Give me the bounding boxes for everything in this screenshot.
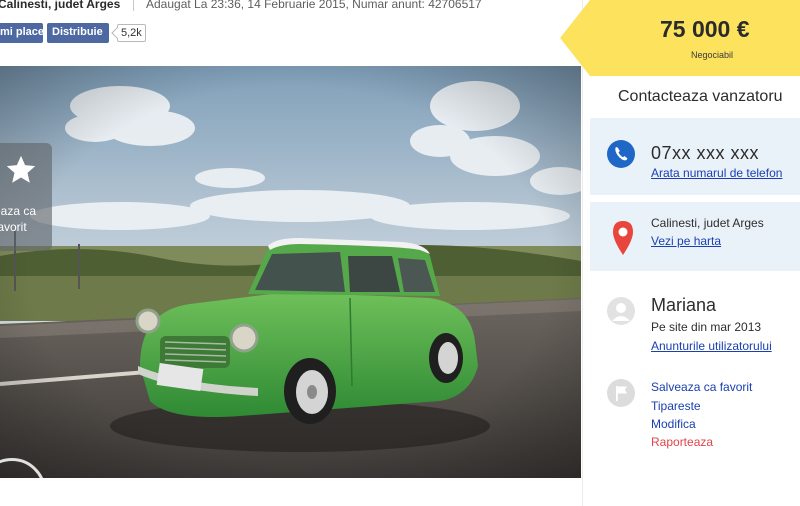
star-icon	[6, 155, 36, 183]
meta-divider	[133, 0, 134, 11]
flag-icon	[607, 379, 635, 407]
view-on-map-link[interactable]: Vezi pe harta	[651, 234, 721, 248]
print-link[interactable]: Tipareste	[651, 399, 701, 413]
car-photo-illustration	[0, 66, 581, 478]
olx-watermark-text: LX	[0, 475, 31, 478]
seller-name: Mariana	[651, 295, 717, 315]
edit-link[interactable]: Modifica	[651, 417, 696, 431]
phone-icon	[607, 140, 635, 168]
phone-number-masked: 07xx xxx xxx	[651, 143, 760, 163]
seller-ads-link[interactable]: Anunturile utilizatorului	[651, 339, 772, 353]
save-favorite-link[interactable]: Salveaza ca favorit	[651, 380, 752, 394]
show-phone-link[interactable]: Arata numarul de telefon	[651, 166, 782, 180]
price-value: 75 000 €	[660, 16, 750, 42]
price-negotiable: Negociabil	[691, 50, 734, 60]
price-tag: 75 000 € Negociabil	[560, 0, 800, 76]
report-link[interactable]: Raporteaza	[651, 435, 713, 449]
seller-location: Calinesti, judet Arges	[651, 216, 764, 230]
photo-favorite-label: eaza ca favorit	[0, 204, 37, 234]
facebook-like-button[interactable]: mi place	[0, 23, 44, 43]
ad-main-photo[interactable]: eaza ca favorit LX	[0, 66, 581, 478]
share-count-bubble: 5,2k	[117, 24, 146, 42]
map-pin-icon	[613, 221, 633, 255]
ad-added-info: Adaugat La 23:36, 14 Februarie 2015, Num…	[146, 0, 482, 11]
photo-favorite-button[interactable]: eaza ca favorit	[0, 143, 52, 251]
contact-seller-title: Contacteaza vanzatoru	[618, 88, 783, 105]
ad-location: Calinesti, judet Arges	[0, 0, 121, 11]
seller-member-since: Pe site din mar 2013	[651, 320, 762, 334]
user-avatar-icon	[607, 297, 635, 325]
facebook-share-button[interactable]: Distribuie	[47, 23, 109, 43]
